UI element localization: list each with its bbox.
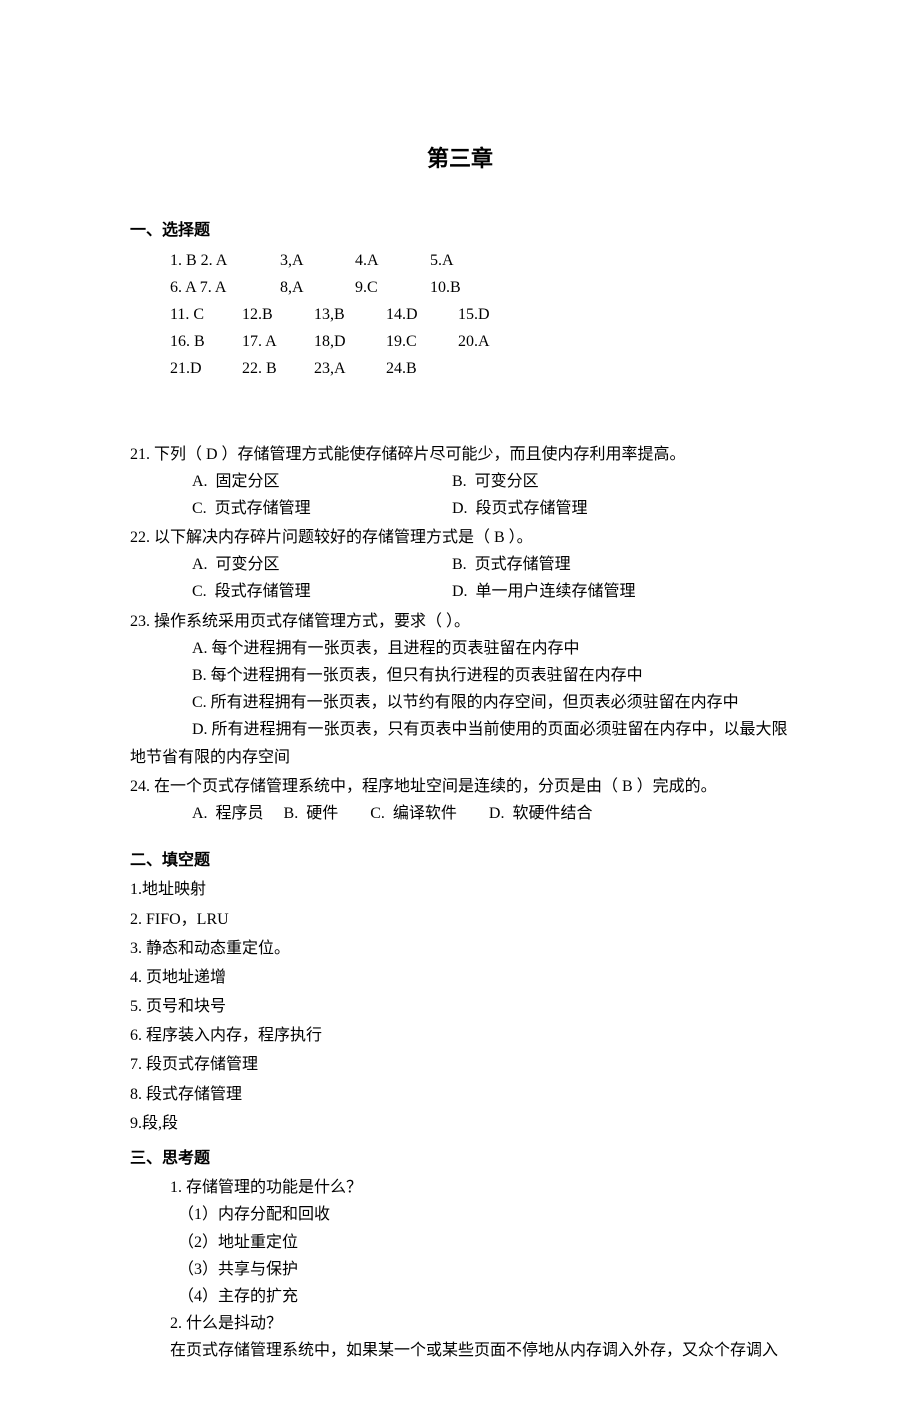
fill-item: 7. 段页式存储管理 (130, 1051, 790, 1078)
think-q2-body: 在页式存储管理系统中，如果某一个或某些页面不停地从内存调入外存，又众个存调入 (130, 1337, 790, 1364)
answer-cell (458, 355, 518, 382)
answer-row: 21.D 22. B 23,A 24.B (170, 355, 790, 382)
answer-cell: 23,A (314, 355, 386, 382)
answer-cell: 19.C (386, 328, 458, 355)
answer-cell: 3,A (280, 247, 355, 274)
fill-item: 8. 段式存储管理 (130, 1081, 790, 1108)
question-num: 21. (130, 446, 150, 463)
think-q1-a1: （1）内存分配和回收 (130, 1201, 790, 1228)
answer-cell (505, 274, 565, 301)
answer-cell: 16. B (170, 328, 242, 355)
option-c: C. 所有进程拥有一张页表，以节约有限的内存空间，但页表必须驻留在内存中 (192, 689, 790, 716)
fill-item: 2. FIFO，LRU (130, 906, 790, 933)
question-num: 22. (130, 529, 150, 546)
answer-cell: 14.D (386, 301, 458, 328)
question-text: 以下解决内存碎片问题较好的存储管理方式是（ B ）。 (150, 529, 533, 546)
answer-key-grid: 1. B 2. A 3,A 4.A 5.A 6. A 7. A 8,A 9.C … (130, 247, 790, 383)
question-21: 21. 下列（ D ）存储管理方式能使存储碎片尽可能少，而且使内存利用率提高。 … (130, 441, 790, 523)
answer-row: 16. B 17. A 18,D 19.C 20.A (170, 328, 790, 355)
section1-header: 一、选择题 (130, 217, 790, 244)
question-24: 24. 在一个页式存储管理系统中，程序地址空间是连续的，分页是由（ B ）完成的… (130, 773, 790, 827)
answer-cell: 24.B (386, 355, 458, 382)
options-inline: A. 程序员 B. 硬件 C. 编译软件 D. 软硬件结合 (130, 800, 790, 827)
option-d-line1: D. 所有进程拥有一张页表，只有页表中当前使用的页面必须驻留在内存中，以最大限 (192, 716, 790, 743)
section2-header: 二、填空题 (130, 847, 790, 874)
option-c: C. 页式存储管理 (192, 495, 452, 522)
fill-item: 6. 程序装入内存，程序执行 (130, 1022, 790, 1049)
chapter-title: 第三章 (130, 140, 790, 177)
answer-cell: 9.C (355, 274, 430, 301)
question-stem: 23. 操作系统采用页式存储管理方式，要求（ ）。 (130, 608, 790, 635)
question-text: 下列（ D ）存储管理方式能使存储碎片尽可能少，而且使内存利用率提高。 (150, 446, 686, 463)
fill-item: 1.地址映射 (130, 876, 790, 903)
option-b: B. 每个进程拥有一张页表，但只有执行进程的页表驻留在内存中 (192, 662, 790, 689)
think-q1-a4: （4）主存的扩充 (130, 1283, 790, 1310)
answer-row: 1. B 2. A 3,A 4.A 5.A (170, 247, 790, 274)
think-q2-stem: 2. 什么是抖动？ (130, 1310, 790, 1337)
answer-cell: 4.A (355, 247, 430, 274)
option-b: B. 页式存储管理 (452, 551, 571, 578)
option-a: A. 固定分区 (192, 468, 452, 495)
answer-cell: 5.A (430, 247, 505, 274)
option-c: C. 段式存储管理 (192, 578, 452, 605)
answer-cell: 22. B (242, 355, 314, 382)
option-a: A. 每个进程拥有一张页表，且进程的页表驻留在内存中 (192, 635, 790, 662)
section3-header: 三、思考题 (130, 1145, 790, 1172)
fill-item: 5. 页号和块号 (130, 993, 790, 1020)
fill-item: 9.段,段 (130, 1110, 790, 1137)
answer-cell: 1. B 2. A (170, 247, 280, 274)
answer-cell: 11. C (170, 301, 242, 328)
question-num: 24. (130, 778, 150, 795)
option-d: D. 单一用户连续存储管理 (452, 578, 636, 605)
question-stem: 21. 下列（ D ）存储管理方式能使存储碎片尽可能少，而且使内存利用率提高。 (130, 441, 790, 468)
answer-cell: 17. A (242, 328, 314, 355)
option-a: A. 可变分区 (192, 551, 452, 578)
answer-cell: 13,B (314, 301, 386, 328)
answer-cell: 8,A (280, 274, 355, 301)
answer-row: 6. A 7. A 8,A 9.C 10.B (170, 274, 790, 301)
answer-cell: 18,D (314, 328, 386, 355)
think-q1-a3: （3）共享与保护 (130, 1256, 790, 1283)
question-23: 23. 操作系统采用页式存储管理方式，要求（ ）。 A. 每个进程拥有一张页表，… (130, 608, 790, 771)
answer-cell: 21.D (170, 355, 242, 382)
answer-cell: 15.D (458, 301, 518, 328)
think-q1-a2: （2）地址重定位 (130, 1229, 790, 1256)
think-q1-stem: 1. 存储管理的功能是什么？ (130, 1174, 790, 1201)
question-num: 23. (130, 613, 150, 630)
answer-cell: 10.B (430, 274, 505, 301)
option-d-line2: 地节省有限的内存空间 (130, 744, 790, 771)
answer-cell: 6. A 7. A (170, 274, 280, 301)
option-b: B. 可变分区 (452, 468, 539, 495)
fill-item: 4. 页地址递增 (130, 964, 790, 991)
answer-row: 11. C 12.B 13,B 14.D 15.D (170, 301, 790, 328)
question-text: 在一个页式存储管理系统中，程序地址空间是连续的，分页是由（ B ）完成的。 (150, 778, 717, 795)
answer-cell (505, 247, 565, 274)
question-stem: 22. 以下解决内存碎片问题较好的存储管理方式是（ B ）。 (130, 524, 790, 551)
question-text: 操作系统采用页式存储管理方式，要求（ ）。 (150, 613, 470, 630)
option-d: D. 段页式存储管理 (452, 495, 588, 522)
question-22: 22. 以下解决内存碎片问题较好的存储管理方式是（ B ）。 A. 可变分区 B… (130, 524, 790, 606)
question-stem: 24. 在一个页式存储管理系统中，程序地址空间是连续的，分页是由（ B ）完成的… (130, 773, 790, 800)
fill-item: 3. 静态和动态重定位。 (130, 935, 790, 962)
answer-cell: 12.B (242, 301, 314, 328)
answer-cell: 20.A (458, 328, 518, 355)
